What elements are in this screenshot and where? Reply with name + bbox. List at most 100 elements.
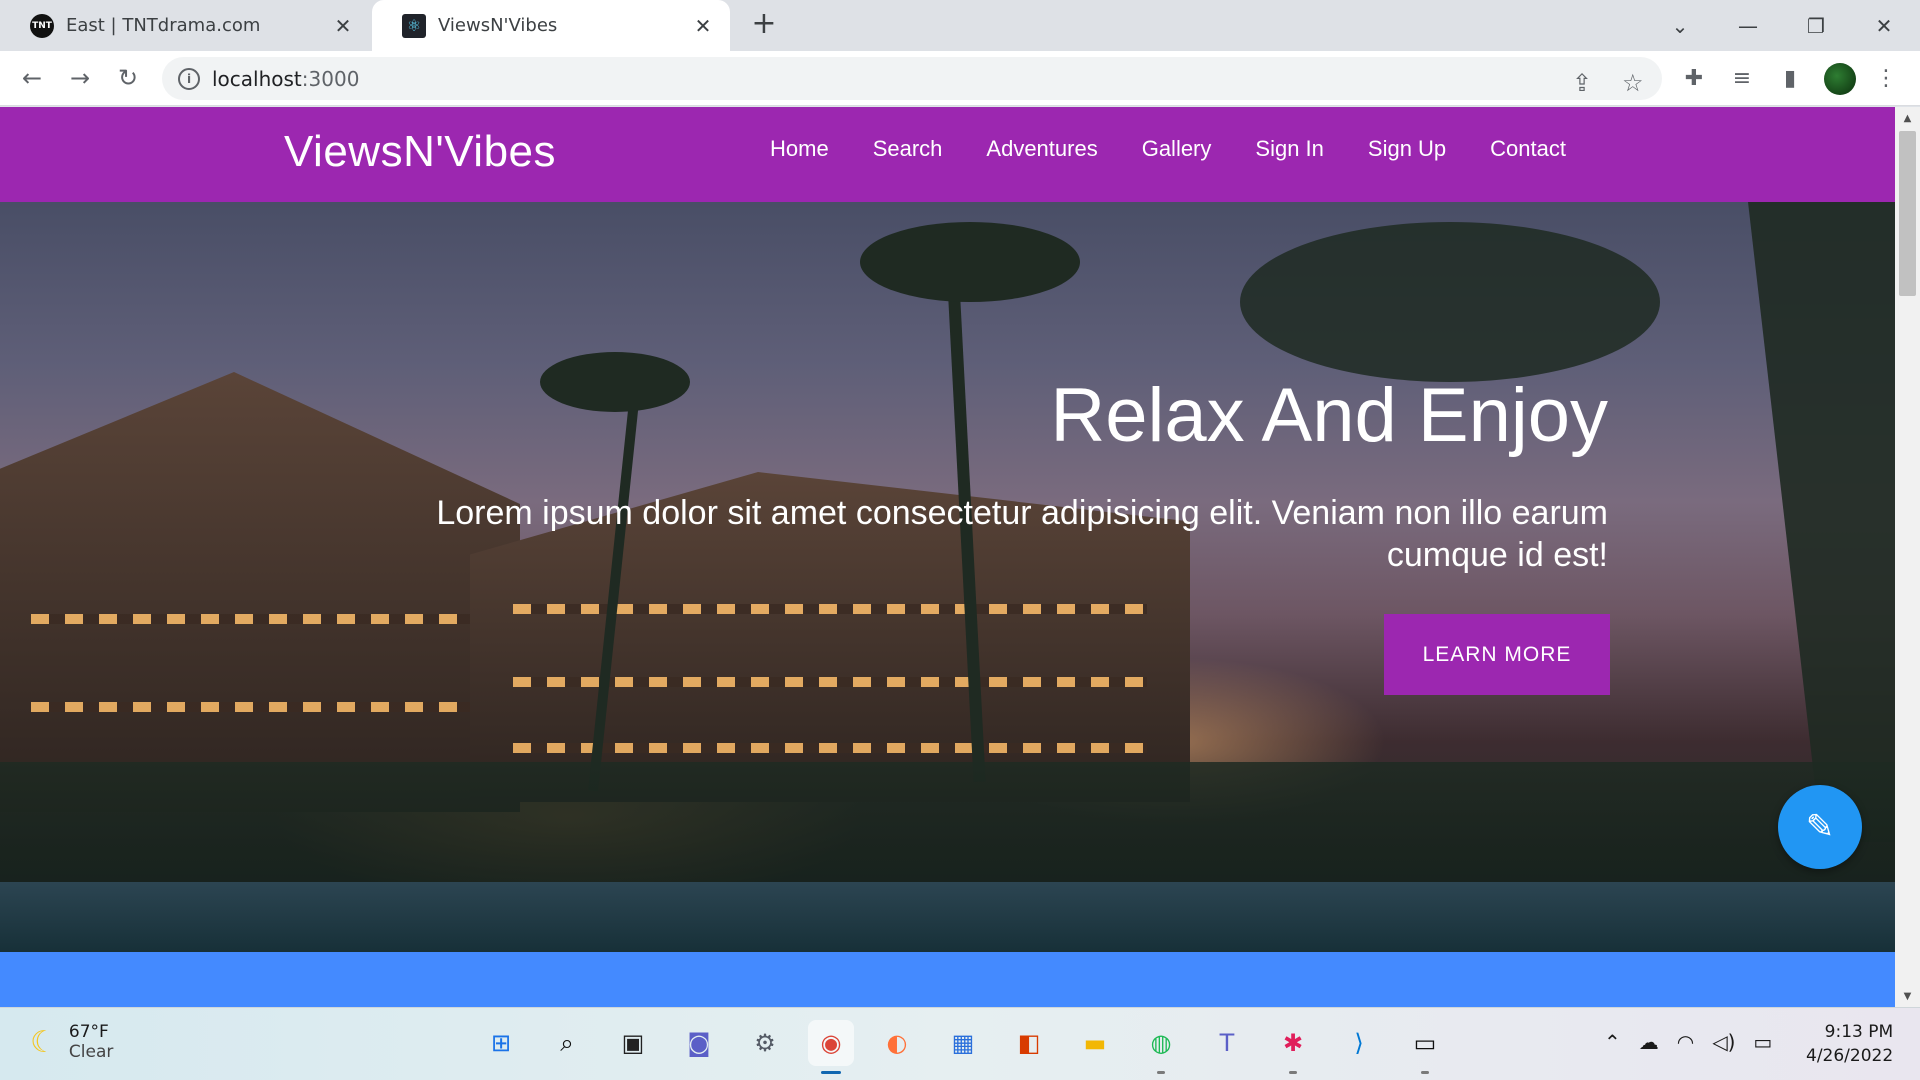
nav-sign-in[interactable]: Sign In — [1255, 136, 1324, 162]
hero-subtitle: Lorem ipsum dolor sit amet consectetur a… — [436, 494, 1608, 574]
minimize-button[interactable]: — — [1714, 0, 1782, 51]
tab-title: East | TNTdrama.com — [66, 15, 261, 36]
nav-home[interactable]: Home — [770, 136, 829, 162]
side-panel-icon[interactable]: ▮ — [1772, 60, 1808, 96]
extensions-icon[interactable]: ✚ — [1676, 60, 1712, 96]
nav-contact[interactable]: Contact — [1490, 136, 1566, 162]
tab-viewsnvibes[interactable]: ⚛ ViewsN'Vibes ✕ — [372, 0, 730, 51]
terminal-glyph-icon: ▭ — [1413, 1029, 1437, 1057]
taskbar-search-icon[interactable]: ⌕ — [544, 1020, 590, 1066]
file-explorer-glyph-icon: ▬ — [1083, 1029, 1107, 1057]
slack-glyph-icon: ✱ — [1282, 1029, 1304, 1057]
weather-temperature: 67°F — [68, 1022, 109, 1042]
running-indicator — [821, 1071, 841, 1074]
taskbar-slack-icon[interactable]: ✱ — [1270, 1020, 1316, 1074]
taskbar-chat-icon[interactable]: ◙ — [676, 1020, 722, 1066]
taskbar-clock[interactable]: 9:13 PM 4/26/2022 — [1806, 1020, 1893, 1068]
site-info-icon[interactable]: i — [178, 67, 200, 90]
running-indicator — [1157, 1071, 1165, 1074]
taskbar-windows-start-icon[interactable]: ⊞ — [478, 1020, 524, 1066]
browser-menu-icon[interactable]: ⋮ — [1868, 60, 1904, 96]
tab-title: ViewsN'Vibes — [438, 15, 558, 36]
site-brand[interactable]: ViewsN'Vibes — [284, 127, 556, 177]
tab-tntdrama[interactable]: TNT East | TNTdrama.com ✕ — [0, 0, 370, 51]
onedrive-cloud-icon[interactable]: ☁ — [1639, 1030, 1659, 1054]
site-navbar: ViewsN'Vibes Home Search Adventures Gall… — [0, 107, 1895, 202]
forward-button[interactable]: → — [62, 60, 98, 96]
taskbar-teams-icon[interactable]: T — [1204, 1020, 1250, 1066]
chat-glyph-icon: ◙ — [687, 1029, 711, 1057]
hero-photo-palm — [540, 352, 690, 412]
weather-widget[interactable]: ☾ 67°F Clear — [30, 1022, 113, 1062]
page-scrollbar[interactable]: ▲ ▼ — [1895, 107, 1920, 1007]
taskbar-settings-icon[interactable]: ⚙ — [742, 1020, 788, 1066]
learn-more-button[interactable]: LEARN MORE — [1384, 614, 1610, 695]
close-tab-icon[interactable]: ✕ — [332, 14, 354, 38]
spotify-glyph-icon: ◍ — [1150, 1029, 1172, 1057]
hero-photo-building — [0, 372, 520, 812]
weather-condition: Clear — [68, 1042, 114, 1062]
chrome-glyph-icon: ◉ — [820, 1029, 842, 1057]
nav-sign-up[interactable]: Sign Up — [1368, 136, 1446, 162]
battery-icon[interactable]: ▭ — [1753, 1030, 1772, 1054]
clock-time: 9:13 PM — [1824, 1022, 1894, 1042]
url-text: localhost:3000 — [212, 66, 360, 91]
share-icon[interactable]: ⇪ — [1572, 69, 1592, 97]
nav-gallery[interactable]: Gallery — [1142, 136, 1212, 162]
browser-toolbar: ← → ↻ i localhost:3000 ⇪ ☆ ✚ ≡ ▮ ⋮ — [0, 51, 1920, 106]
vscode-glyph-icon: ⟩ — [1354, 1029, 1364, 1057]
media-control-icon[interactable]: ≡ — [1724, 60, 1760, 96]
taskbar-terminal-icon[interactable]: ▭ — [1402, 1020, 1448, 1074]
taskbar-office-icon[interactable]: ◧ — [1006, 1020, 1052, 1066]
taskbar-vscode-icon[interactable]: ⟩ — [1336, 1020, 1382, 1066]
scrollbar-thumb[interactable] — [1899, 131, 1916, 296]
hero-banner: Relax And Enjoy Lorem ipsum dolor sit am… — [0, 202, 1895, 952]
hero-photo-palm — [1240, 222, 1660, 382]
clock-date: 4/26/2022 — [1806, 1046, 1894, 1066]
close-tab-icon[interactable]: ✕ — [692, 14, 714, 38]
windows-start-glyph-icon: ⊞ — [490, 1029, 512, 1057]
tab-search-dropdown-icon[interactable]: ⌄ — [1646, 0, 1714, 51]
taskbar-file-explorer-icon[interactable]: ▬ — [1072, 1020, 1118, 1066]
volume-icon[interactable]: ◁) — [1712, 1030, 1735, 1054]
profile-avatar[interactable] — [1824, 63, 1856, 95]
edit-pencil-fab-icon[interactable]: ✎ — [1778, 785, 1862, 869]
page-viewport: ViewsN'Vibes Home Search Adventures Gall… — [0, 107, 1895, 1007]
new-tab-button[interactable]: + — [748, 8, 780, 40]
running-indicator — [1421, 1071, 1429, 1074]
react-favicon-icon: ⚛ — [402, 13, 426, 38]
scroll-up-arrow-icon[interactable]: ▲ — [1895, 107, 1920, 129]
hero-photo-pool — [0, 882, 1895, 952]
tab-strip: TNT East | TNTdrama.com ✕ ⚛ ViewsN'Vibes… — [0, 0, 1920, 51]
bookmark-star-icon[interactable]: ☆ — [1622, 69, 1644, 97]
firefox-glyph-icon: ◐ — [886, 1029, 908, 1057]
taskbar-store-icon[interactable]: ▦ — [940, 1020, 986, 1066]
moon-icon: ☾ — [30, 1024, 57, 1060]
restore-button[interactable]: ❐ — [1782, 0, 1850, 51]
blue-section-band — [0, 952, 1895, 1007]
back-button[interactable]: ← — [14, 60, 50, 96]
nav-search[interactable]: Search — [873, 136, 943, 162]
running-indicator — [1289, 1071, 1297, 1074]
system-tray: ⌃ ☁ ◠ ◁) ▭ — [1604, 1030, 1790, 1054]
site-menu: Home Search Adventures Gallery Sign In S… — [770, 136, 1610, 162]
search-glyph-icon: ⌕ — [560, 1029, 574, 1057]
taskbar-task-view-icon[interactable]: ▣ — [610, 1020, 656, 1066]
taskbar-firefox-icon[interactable]: ◐ — [874, 1020, 920, 1066]
tnt-favicon-icon: TNT — [30, 13, 54, 38]
show-hidden-icons-icon[interactable]: ⌃ — [1604, 1030, 1621, 1054]
hero-title: Relax And Enjoy — [1050, 373, 1608, 458]
address-bar[interactable]: i localhost:3000 ⇪ ☆ — [162, 57, 1662, 100]
windows-taskbar: ☾ 67°F Clear ⊞ ⌕ ▣ ◙ ⚙ ◉ ◐ ▦ ◧ ▬ ◍ T ✱ ⟩ ▭ ⌃ ☁ ◠ ◁) ▭ … — [0, 1007, 1920, 1080]
scroll-down-arrow-icon[interactable]: ▼ — [1895, 985, 1920, 1007]
task-view-glyph-icon: ▣ — [621, 1029, 645, 1057]
hero-photo-shrubs — [0, 762, 1895, 882]
nav-adventures[interactable]: Adventures — [986, 136, 1097, 162]
wifi-icon[interactable]: ◠ — [1677, 1030, 1694, 1054]
hero-photo-palm — [1748, 202, 1895, 842]
taskbar-chrome-icon[interactable]: ◉ — [808, 1020, 854, 1074]
store-glyph-icon: ▦ — [951, 1029, 975, 1057]
taskbar-spotify-icon[interactable]: ◍ — [1138, 1020, 1184, 1074]
close-window-button[interactable]: ✕ — [1850, 0, 1918, 51]
reload-button[interactable]: ↻ — [110, 60, 146, 96]
